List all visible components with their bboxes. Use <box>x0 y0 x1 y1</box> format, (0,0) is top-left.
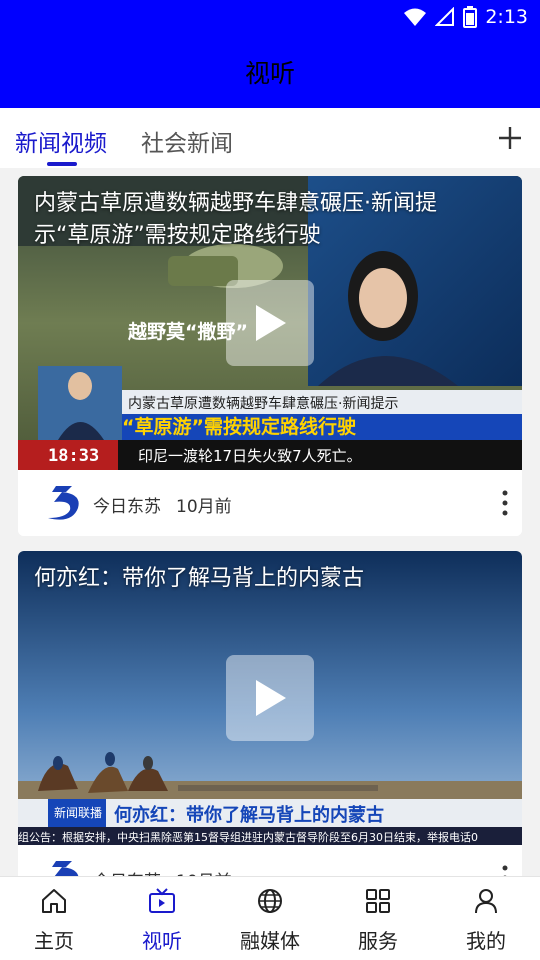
nav-label: 视听 <box>142 929 182 953</box>
more-options-icon[interactable] <box>500 863 510 876</box>
tab-news-video[interactable]: 新闻视频 <box>15 124 107 158</box>
page-title: 视听 <box>244 59 295 88</box>
video-card[interactable]: 新闻联播 何亦红：带你了解马背上的内蒙古 组公告：根据安排，中央扫黑除恶第15督… <box>18 551 522 876</box>
signal-icon <box>435 7 455 26</box>
video-ticker: 组公告：根据安排，中央扫黑除恶第15督导组进驻内蒙古督导阶段至6月30日结束，举… <box>18 830 478 844</box>
nav-label: 我的 <box>466 929 506 953</box>
card-footer: 今日东苏 10月前 <box>18 470 522 536</box>
tv-icon <box>149 888 175 913</box>
play-button[interactable] <box>226 280 314 366</box>
tab-social-news[interactable]: 社会新闻 <box>141 124 233 158</box>
nav-label: 服务 <box>358 929 398 953</box>
caption-main-text: “草原游”需按规定路线行驶 <box>122 415 356 438</box>
card-footer: 今日东苏 10月前 <box>18 845 522 876</box>
user-icon <box>475 889 497 914</box>
status-bar: 2:13 <box>0 0 540 36</box>
nav-item-media[interactable]: 融媒体 <box>216 877 324 960</box>
caption-main-text: 何亦红：带你了解马背上的内蒙古 <box>114 804 384 826</box>
bottom-nav: 主页 视听 融媒体 服务 我的 <box>0 876 540 960</box>
video-card[interactable]: 内蒙古草原遭数辆越野车肆意碾压·新闻提示 “草原游”需按规定路线行驶 18:33… <box>18 176 522 536</box>
publish-time: 10月前 <box>176 867 232 876</box>
source-name[interactable]: 今日东苏 <box>93 867 161 876</box>
caption-top-text: 内蒙古草原遭数辆越野车肆意碾压·新闻提示 <box>128 395 398 412</box>
status-icons: 2:13 <box>403 6 528 28</box>
nav-item-audiovisual[interactable]: 视听 <box>108 877 216 960</box>
more-options-icon[interactable] <box>500 488 510 518</box>
battery-icon <box>463 6 478 28</box>
news-badge-text: 新闻联播 <box>54 805 102 820</box>
video-thumbnail[interactable]: 内蒙古草原遭数辆越野车肆意碾压·新闻提示 “草原游”需按规定路线行驶 18:33… <box>18 176 522 470</box>
nav-item-profile[interactable]: 我的 <box>432 877 540 960</box>
play-button[interactable] <box>226 655 314 741</box>
video-title[interactable]: 何亦红：带你了解马背上的内蒙古 <box>34 563 492 595</box>
video-thumbnail[interactable]: 新闻联播 何亦红：带你了解马背上的内蒙古 组公告：根据安排，中央扫黑除恶第15督… <box>18 551 522 845</box>
source-logo-icon <box>52 861 79 876</box>
video-clock: 18:33 <box>48 446 99 466</box>
active-tab-indicator <box>47 162 77 166</box>
grid-icon <box>366 889 390 913</box>
wifi-icon <box>404 8 427 26</box>
video-ticker: 印尼一渡轮17日失火致7人死亡。 <box>138 447 362 465</box>
tab-bar: 新闻视频 社会新闻 <box>0 108 540 168</box>
globe-icon <box>258 889 282 913</box>
nav-item-services[interactable]: 服务 <box>324 877 432 960</box>
nav-label: 融媒体 <box>240 929 300 953</box>
add-channel-icon[interactable] <box>498 126 522 150</box>
publish-time: 10月前 <box>176 497 232 517</box>
nav-item-home[interactable]: 主页 <box>0 877 108 960</box>
nav-label: 主页 <box>34 929 74 953</box>
source-name[interactable]: 今日东苏 <box>93 492 161 517</box>
source-logo-icon <box>48 486 79 520</box>
home-icon <box>42 889 66 913</box>
video-feed[interactable]: 内蒙古草原遭数辆越野车肆意碾压·新闻提示 “草原游”需按规定路线行驶 18:33… <box>0 168 540 876</box>
app-header: 视听 <box>0 36 540 108</box>
play-icon <box>256 305 286 341</box>
status-time: 2:13 <box>485 6 528 28</box>
play-icon <box>256 680 286 716</box>
video-title[interactable]: 内蒙古草原遭数辆越野车肆意碾压·新闻提示“草原游”需按规定路线行驶 <box>34 188 492 252</box>
